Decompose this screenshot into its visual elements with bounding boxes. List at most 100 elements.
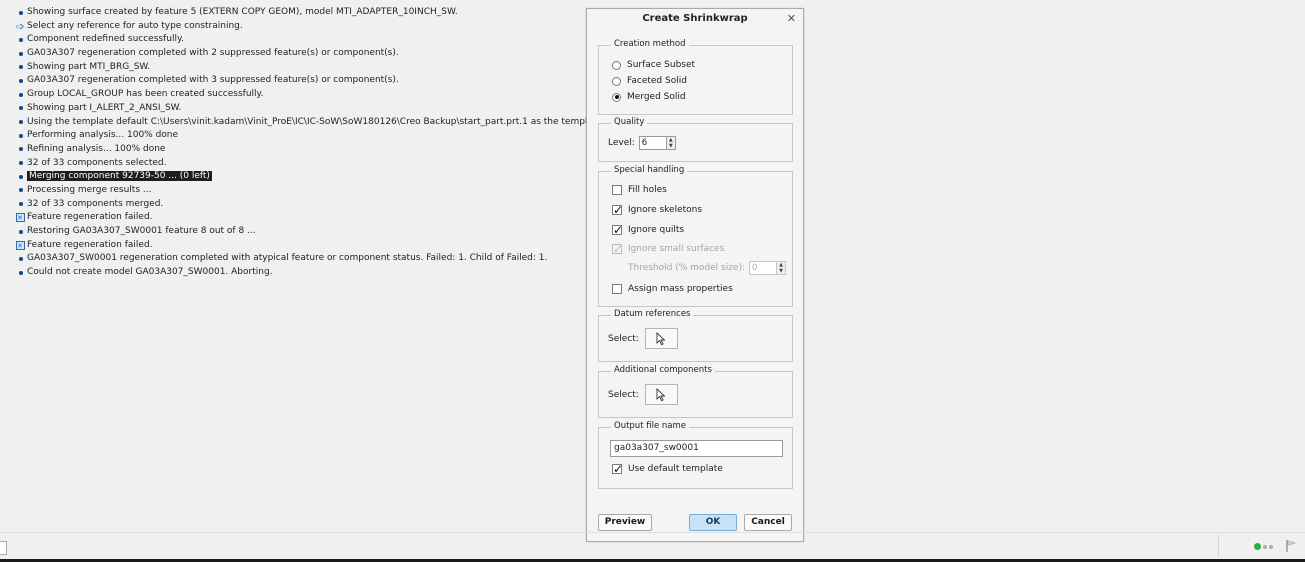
log-message[interactable]: Could not create model GA03A307_SW0001. … [14, 266, 584, 280]
log-message-text: Select any reference for auto type const… [27, 20, 243, 31]
log-message[interactable]: Refining analysis... 100% done [14, 143, 584, 157]
regen-status-indicator[interactable] [1254, 543, 1275, 550]
log-message[interactable]: 32 of 33 components selected. [14, 157, 584, 171]
chevron-down-icon[interactable]: ▼ [667, 143, 675, 149]
log-message-text: Feature regeneration failed. [27, 239, 153, 250]
status-bar [0, 532, 1305, 562]
close-icon[interactable]: ✕ [787, 9, 796, 29]
log-message-text: GA03A307 regeneration completed with 2 s… [27, 48, 399, 59]
bullet-icon [16, 61, 26, 74]
log-message-text: Showing part I_ALERT_2_ANSI_SW. [27, 102, 182, 113]
log-message-text: 32 of 33 components selected. [27, 157, 167, 168]
threshold-stepper: 0 ▲ ▼ [749, 261, 787, 275]
quality-group: Quality Level: 6 ▲ ▼ [598, 117, 793, 162]
log-message-text: Performing analysis... 100% done [27, 130, 179, 141]
cursor-arrow-icon [656, 387, 666, 401]
create-shrinkwrap-dialog: Create Shrinkwrap ✕ Creation method Surf… [586, 8, 804, 542]
checkmark-icon[interactable]: ✓ [612, 204, 623, 216]
level-value[interactable]: 6 [638, 136, 667, 150]
log-message[interactable]: GA03A307_SW0001 regeneration completed w… [14, 252, 584, 266]
radio-label: Surface Subset [627, 60, 696, 70]
bullet-icon [16, 102, 26, 115]
log-message-text: Using the template default C:\Users\vini… [27, 116, 605, 127]
log-message[interactable]: ✕ Feature regeneration failed. [14, 239, 584, 253]
checkbox-label: Fill holes [628, 185, 667, 195]
log-message[interactable]: GA03A307 regeneration completed with 2 s… [14, 47, 584, 61]
regen-failed-icon: ✕ [15, 213, 25, 223]
fill-holes-checkbox[interactable]: Fill holes [612, 185, 667, 195]
ignore-skeletons-checkbox[interactable]: ✓ Ignore skeletons [612, 204, 703, 216]
log-message[interactable]: Performing analysis... 100% done [14, 129, 584, 143]
log-message[interactable]: Component redefined successfully. [14, 33, 584, 47]
log-message[interactable]: ✕ Feature regeneration failed. [14, 211, 584, 225]
stepper-buttons[interactable]: ▲ ▼ [666, 136, 676, 150]
log-message-text: Showing part MTI_BRG_SW. [27, 61, 151, 72]
regen-failed-icon: ✕ [15, 240, 25, 250]
log-message-text: Merging component 92739-50 ... (0 left) [27, 171, 212, 182]
datum-select-button[interactable] [644, 328, 678, 349]
ok-button[interactable]: OK [689, 514, 737, 531]
radio-label: Merged Solid [627, 92, 686, 102]
group-title: Datum references [611, 309, 694, 319]
group-title: Quality [611, 117, 648, 127]
status-dot-icon [1269, 544, 1273, 549]
radio-faceted-solid[interactable]: Faceted Solid [612, 76, 687, 86]
radio-merged-solid[interactable]: Merged Solid [612, 92, 686, 102]
bullet-icon [16, 266, 26, 279]
checkbox-label: Ignore quilts [628, 225, 685, 235]
log-message[interactable]: Processing merge results ... [14, 184, 584, 198]
log-message[interactable]: Showing surface created by feature 5 (EX… [14, 6, 584, 20]
log-message[interactable]: 32 of 33 components merged. [14, 198, 584, 212]
checkmark-icon: ✓ [612, 242, 624, 256]
log-message[interactable]: Using the template default C:\Users\vini… [14, 116, 605, 130]
log-message[interactable]: Merging component 92739-50 ... (0 left) [14, 170, 584, 184]
flag-icon[interactable] [1285, 539, 1297, 553]
log-message[interactable]: Showing part MTI_BRG_SW. [14, 61, 584, 75]
log-message[interactable]: Showing part I_ALERT_2_ANSI_SW. [14, 102, 584, 116]
checkmark-icon[interactable]: ✓ [612, 224, 623, 236]
bullet-icon [16, 170, 26, 183]
log-message-text: Processing merge results ... [27, 184, 152, 195]
output-file-name-input[interactable]: ga03a307_sw0001 [610, 440, 783, 457]
log-message[interactable]: Group LOCAL_GROUP has been created succe… [14, 88, 584, 102]
log-message[interactable]: ➩ Select any reference for auto type cons… [14, 20, 584, 34]
radio-label: Faceted Solid [627, 76, 687, 86]
group-title: Special handling [611, 165, 688, 175]
dialog-title-bar[interactable]: Create Shrinkwrap ✕ [587, 9, 803, 29]
components-select-button[interactable] [644, 384, 678, 405]
special-handling-group: Special handling Fill holes ✓ Ignore ske… [598, 165, 793, 307]
checkmark-icon[interactable]: ✓ [612, 463, 623, 475]
dialog-title: Create Shrinkwrap [642, 13, 748, 24]
log-message-text: GA03A307_SW0001 regeneration completed w… [27, 253, 548, 264]
status-green-dot-icon [1254, 543, 1261, 550]
radio-surface-subset[interactable]: Surface Subset [612, 60, 695, 70]
stepper-buttons: ▲ ▼ [777, 261, 787, 275]
threshold-value: 0 [749, 261, 778, 275]
assign-mass-checkbox[interactable]: Assign mass properties [612, 284, 733, 294]
radio-icon[interactable] [612, 60, 621, 70]
use-default-template-checkbox[interactable]: ✓ Use default template [612, 463, 723, 475]
log-message-text: Restoring GA03A307_SW0001 feature 8 out … [27, 226, 256, 236]
checkbox-icon[interactable] [612, 284, 622, 294]
components-select-row: Select: [608, 384, 678, 405]
cancel-button[interactable]: Cancel [744, 514, 792, 531]
log-message[interactable]: GA03A307 regeneration completed with 3 s… [14, 74, 584, 88]
ignore-small-surfaces-checkbox: ✓ Ignore small surfaces [612, 242, 724, 256]
radio-icon[interactable] [612, 76, 621, 86]
status-bar-handle[interactable] [0, 541, 7, 555]
checkbox-icon[interactable] [612, 185, 622, 195]
log-message-text: Refining analysis... 100% done [27, 143, 166, 154]
checkbox-label: Use default template [628, 464, 723, 474]
bullet-icon [16, 198, 26, 211]
bullet-icon [16, 129, 26, 142]
log-message[interactable]: Restoring GA03A307_SW0001 feature 8 out … [14, 225, 584, 239]
preview-button[interactable]: Preview [598, 514, 652, 531]
level-stepper[interactable]: 6 ▲ ▼ [638, 136, 676, 150]
checkbox-label: Ignore skeletons [628, 205, 703, 215]
log-message-text: Could not create model GA03A307_SW0001. … [27, 267, 273, 278]
log-message-text: Group LOCAL_GROUP has been created succe… [27, 89, 264, 100]
bullet-icon [16, 74, 26, 87]
ignore-quilts-checkbox[interactable]: ✓ Ignore quilts [612, 224, 685, 236]
bullet-icon [16, 225, 26, 238]
radio-icon[interactable] [612, 92, 621, 102]
